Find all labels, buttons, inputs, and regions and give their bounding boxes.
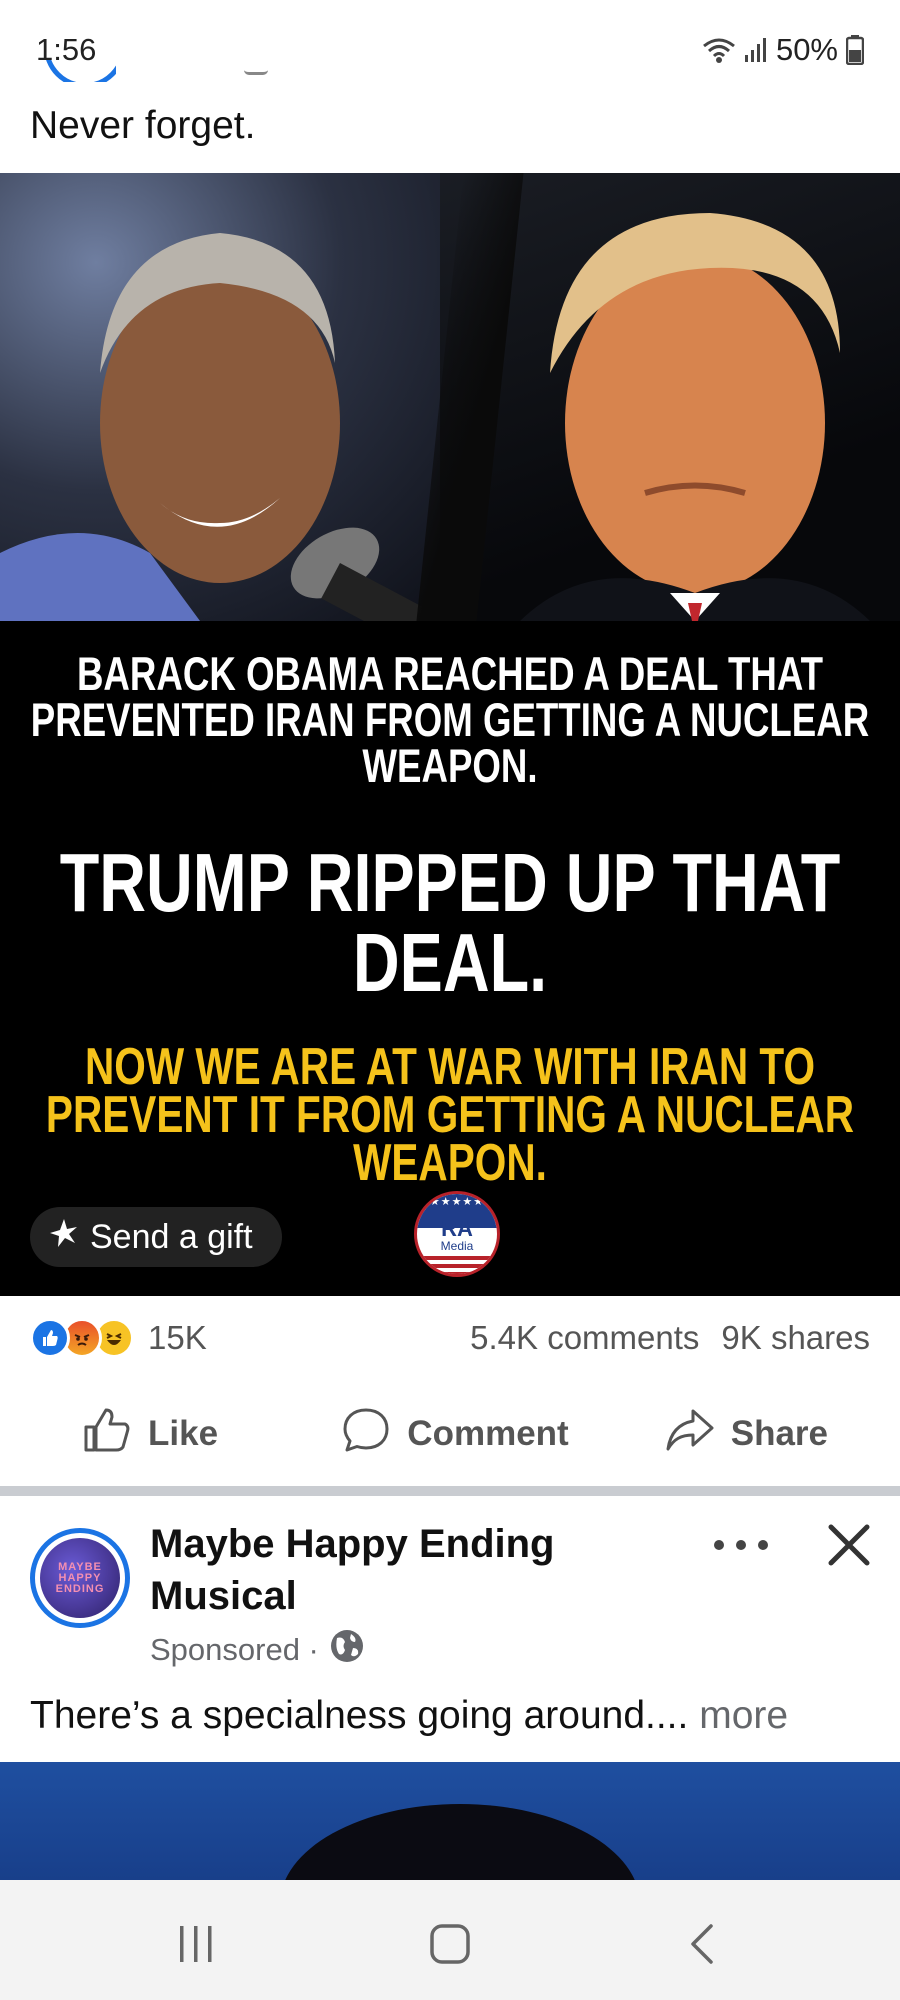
share-arrow-icon — [665, 1408, 715, 1461]
signal-icon — [744, 37, 768, 63]
close-icon[interactable] — [826, 1522, 872, 1568]
more-options-icon[interactable] — [714, 1530, 768, 1560]
system-nav-bar — [0, 1880, 900, 2000]
comment-bubble-icon — [341, 1406, 391, 1463]
wifi-icon — [702, 36, 736, 64]
sponsored-meta: Sponsored · — [150, 1628, 365, 1672]
sponsored-text: There’s a specialness going around.... m… — [30, 1694, 788, 1738]
battery-icon — [846, 35, 864, 65]
post-caption: Never forget. — [30, 104, 256, 147]
avatar-line-1: MAYBE — [58, 1560, 102, 1573]
comments-count[interactable]: 5.4K comments — [470, 1319, 699, 1357]
like-reaction-icon — [30, 1318, 70, 1358]
avatar-line-2: HAPPY — [58, 1571, 102, 1584]
comment-label: Comment — [407, 1414, 569, 1453]
logo-subtext: Media — [440, 1239, 474, 1253]
sponsored-text-body: There’s a specialness going around.... — [30, 1694, 689, 1737]
sponsored-image[interactable] — [0, 1762, 900, 1880]
like-label: Like — [148, 1414, 219, 1453]
author-avatar-partial[interactable] — [44, 60, 116, 82]
comment-button[interactable]: Comment — [331, 1390, 580, 1478]
recent-apps-icon[interactable] — [166, 1914, 226, 1974]
see-more-link[interactable]: more — [699, 1694, 788, 1737]
sponsor-avatar-image: MAYBE HAPPY ENDING — [40, 1538, 120, 1618]
engagement-counts: 5.4K comments 9K shares — [470, 1318, 870, 1358]
sponsor-page-name[interactable]: Maybe Happy Ending Musical — [150, 1518, 630, 1622]
photo-obama — [0, 173, 480, 621]
back-icon[interactable] — [672, 1914, 732, 1974]
gift-sparkle-icon — [48, 1217, 80, 1258]
feed-separator — [0, 1486, 900, 1496]
thumbs-up-icon — [82, 1407, 132, 1462]
share-button[interactable]: Share — [579, 1390, 900, 1478]
send-gift-label: Send a gift — [90, 1217, 253, 1256]
battery-percent: 50% — [775, 32, 838, 67]
reactions-summary[interactable]: 15K — [30, 1318, 207, 1358]
shares-count[interactable]: 9K shares — [721, 1319, 870, 1357]
ra-media-logo: ★★★★★ RA Media — [414, 1191, 500, 1277]
sponsor-avatar[interactable]: MAYBE HAPPY ENDING — [30, 1528, 130, 1628]
post-action-bar: Like Comment Share — [0, 1390, 900, 1478]
logo-stripes — [417, 1256, 497, 1274]
sponsored-label: Sponsored · — [150, 1632, 319, 1667]
share-label: Share — [730, 1414, 829, 1453]
post-image[interactable]: BARACK OBAMA REACHED A DEAL THAT PREVENT… — [0, 173, 900, 1296]
home-icon[interactable] — [420, 1914, 480, 1974]
status-bar: 1:56 50% — [0, 0, 900, 80]
headline-trump-ripped: TRUMP RIPPED UP THAT DEAL. — [59, 836, 841, 1009]
reaction-count: 15K — [148, 1319, 207, 1356]
globe-icon — [329, 1628, 365, 1672]
status-indicators: 50% — [702, 32, 864, 68]
avatar-line-3: ENDING — [55, 1582, 105, 1595]
like-button[interactable]: Like — [0, 1390, 331, 1478]
send-gift-button[interactable]: Send a gift — [30, 1207, 282, 1267]
sponsored-image-figure — [280, 1804, 640, 1880]
headline-war: NOW WE ARE AT WAR WITH IRAN TO PREVENT I… — [45, 1038, 855, 1192]
headline-obama-deal: BARACK OBAMA REACHED A DEAL THAT PREVENT… — [30, 647, 870, 792]
author-meta-partial — [244, 70, 268, 75]
